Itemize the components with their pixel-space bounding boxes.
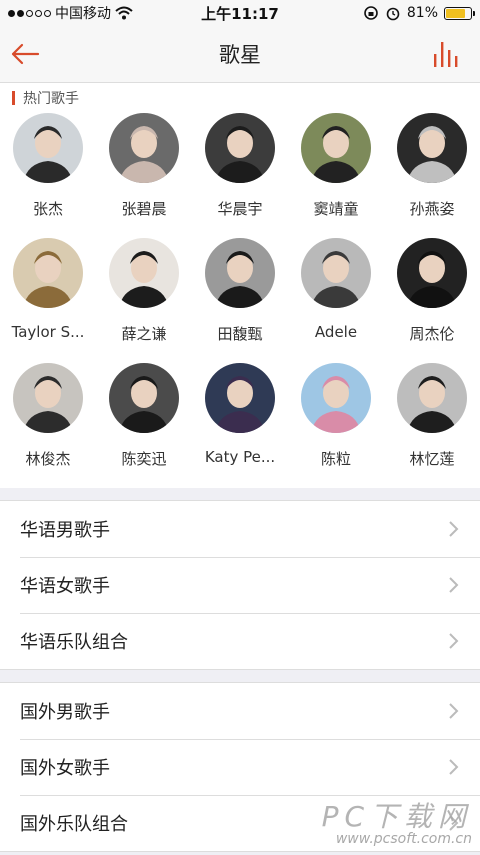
singer-avatar xyxy=(13,363,83,433)
carrier-label: 中国移动 xyxy=(55,6,111,22)
singer-name: 林忆莲 xyxy=(409,450,455,468)
category-row[interactable]: 国外男歌手 xyxy=(0,683,480,739)
category-label: 国外女歌手 xyxy=(20,758,110,779)
singer-avatar xyxy=(397,238,467,308)
singer-avatar xyxy=(13,238,83,308)
battery-icon xyxy=(444,6,475,20)
singer-item[interactable]: 薛之谦 xyxy=(96,238,192,363)
category-group: 华语男歌手华语女歌手华语乐队组合 xyxy=(0,500,480,670)
singer-name: 窦靖童 xyxy=(313,200,359,218)
singer-item[interactable]: 张碧晨 xyxy=(96,113,192,238)
rotation-lock-icon xyxy=(364,6,378,20)
singer-item[interactable]: 周杰伦 xyxy=(384,238,480,363)
singer-avatar xyxy=(301,113,371,183)
singer-avatar xyxy=(301,363,371,433)
singer-avatar xyxy=(13,113,83,183)
category-label: 华语女歌手 xyxy=(20,576,110,597)
category-row[interactable]: 华语乐队组合 xyxy=(0,613,480,669)
category-label: 华语乐队组合 xyxy=(20,632,128,653)
singer-item[interactable]: 林俊杰 xyxy=(0,363,96,488)
nav-bar: 歌星 xyxy=(0,26,480,83)
singer-item[interactable]: 陈粒 xyxy=(288,363,384,488)
singer-name: 张碧晨 xyxy=(121,200,167,218)
back-arrow-icon[interactable] xyxy=(10,40,40,68)
hot-singers-section: 热门歌手 张杰 张碧晨 华晨宇 窦靖童 孙燕姿 Taylor S... 薛之谦 田馥甄 Adel… xyxy=(0,83,480,488)
signal-strength-icon xyxy=(8,9,51,17)
singer-grid: 张杰 张碧晨 华晨宇 窦靖童 孙燕姿 Taylor S... 薛之谦 田馥甄 Adele 周杰伦林… xyxy=(0,107,480,488)
category-label: 国外男歌手 xyxy=(20,702,110,723)
singer-avatar xyxy=(301,238,371,308)
singer-item[interactable]: 林忆莲 xyxy=(384,363,480,488)
singer-item[interactable]: Katy Pe... xyxy=(192,363,288,488)
singer-item[interactable]: 孙燕姿 xyxy=(384,113,480,238)
section-title: 热门歌手 xyxy=(23,91,79,107)
singer-name: 林俊杰 xyxy=(25,450,71,468)
singer-avatar xyxy=(205,363,275,433)
singer-item[interactable]: 华晨宇 xyxy=(192,113,288,238)
singer-name: Taylor S... xyxy=(11,323,85,341)
category-label: 华语男歌手 xyxy=(20,520,110,541)
equalizer-icon[interactable] xyxy=(432,40,462,68)
wifi-icon xyxy=(115,6,133,20)
singer-name: 薛之谦 xyxy=(121,325,167,343)
section-header: 热门歌手 xyxy=(0,89,480,107)
section-marker xyxy=(12,91,15,105)
alarm-icon xyxy=(386,7,400,21)
watermark: PC下载网 www.pcsoft.com.cn xyxy=(321,795,472,847)
singer-item[interactable]: 田馥甄 xyxy=(192,238,288,363)
page-title: 歌星 xyxy=(219,43,261,67)
singer-name: Adele xyxy=(314,323,358,341)
battery-percent: 81% xyxy=(406,5,438,21)
singer-item[interactable]: 窦靖童 xyxy=(288,113,384,238)
singer-name: 周杰伦 xyxy=(409,325,455,343)
singer-name: 田馥甄 xyxy=(217,325,263,343)
singer-item[interactable]: Adele xyxy=(288,238,384,363)
singer-name: 陈粒 xyxy=(320,450,351,468)
category-row[interactable]: 华语男歌手 xyxy=(0,501,480,557)
chevron-right-icon xyxy=(449,759,459,775)
singer-avatar xyxy=(397,363,467,433)
chevron-right-icon xyxy=(449,633,459,649)
chevron-right-icon xyxy=(449,521,459,537)
status-bar: 中国移动 上午11:17 81% xyxy=(0,0,480,26)
category-label: 国外乐队组合 xyxy=(20,814,128,835)
singer-name: 孙燕姿 xyxy=(409,200,455,218)
singer-avatar xyxy=(109,113,179,183)
watermark-text: PC下载网 xyxy=(321,800,472,833)
singer-avatar xyxy=(109,238,179,308)
singer-avatar xyxy=(109,363,179,433)
singer-avatar xyxy=(205,113,275,183)
singer-name: 华晨宇 xyxy=(217,200,263,218)
chevron-right-icon xyxy=(449,703,459,719)
singer-name: Katy Pe... xyxy=(204,448,276,466)
singer-item[interactable]: Taylor S... xyxy=(0,238,96,363)
category-row[interactable]: 华语女歌手 xyxy=(0,557,480,613)
singer-name: 陈奕迅 xyxy=(121,450,167,468)
singer-avatar xyxy=(397,113,467,183)
status-left: 中国移动 xyxy=(8,3,133,23)
singer-item[interactable]: 张杰 xyxy=(0,113,96,238)
singer-avatar xyxy=(205,238,275,308)
singer-item[interactable]: 陈奕迅 xyxy=(96,363,192,488)
watermark-url: www.pcsoft.com.cn xyxy=(335,831,472,847)
singer-name: 张杰 xyxy=(32,200,63,218)
category-row[interactable]: 国外女歌手 xyxy=(0,739,480,795)
chevron-right-icon xyxy=(449,577,459,593)
status-right: 81% xyxy=(363,5,475,21)
